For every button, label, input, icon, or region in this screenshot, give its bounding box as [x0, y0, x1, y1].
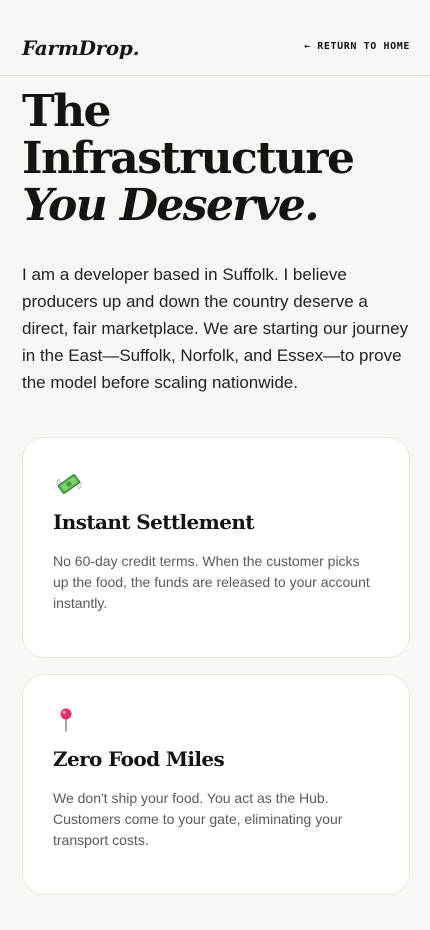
- brand-logo[interactable]: FarmDrop.: [22, 36, 140, 60]
- feature-description: No 60-day credit terms. When the custome…: [53, 553, 370, 611]
- pushpin-icon: [53, 705, 85, 737]
- feature-title: Instant Settlement: [53, 510, 255, 534]
- feature-title: Zero Food Miles: [53, 747, 225, 771]
- feature-card-instant-settlement: Instant Settlement No 60-day credit term…: [22, 437, 410, 658]
- feature-card-zero-food-miles: Zero Food Miles We don't ship your food.…: [22, 674, 410, 895]
- hero-title: The Infrastructure You Deserve.: [22, 86, 355, 231]
- hero-title-line-3: You Deserve.: [22, 180, 320, 231]
- site-header: FarmDrop. ← RETURN TO HOME: [0, 0, 430, 76]
- feature-description: We don't ship your food. You act as the …: [53, 790, 343, 848]
- money-with-wings-icon: [53, 468, 85, 500]
- intro-paragraph: I am a developer based in Suffolk. I bel…: [22, 265, 409, 392]
- hero-title-line-1: The: [22, 86, 112, 137]
- return-to-home-link[interactable]: ← RETURN TO HOME: [304, 41, 410, 52]
- hero-title-line-2: Infrastructure: [22, 133, 355, 184]
